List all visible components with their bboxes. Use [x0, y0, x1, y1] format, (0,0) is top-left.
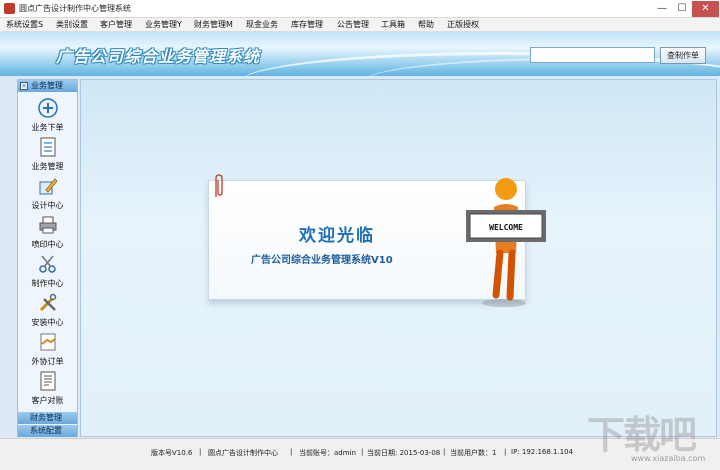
menu-help[interactable]: 帮助	[418, 19, 434, 30]
design-pencil-icon	[39, 178, 58, 195]
maximize-button[interactable]: ☐	[672, 1, 692, 17]
status-date: 当前日期: 2015-03-08	[367, 449, 441, 457]
sidebar-section-system[interactable]: 系统配置	[18, 425, 77, 437]
list-document-icon	[40, 137, 56, 157]
sidebar-item-outsource-order[interactable]: 外协订单	[18, 330, 77, 368]
scissors-icon	[39, 255, 56, 273]
sidebar-section-finance[interactable]: 财务管理	[18, 412, 77, 424]
sidebar-section-label: 业务管理	[31, 81, 63, 90]
status-company: 圆点广告设计制作中心	[208, 449, 278, 457]
menu-finance-management[interactable]: 财务管理M	[194, 19, 233, 30]
sidebar-item-business-management[interactable]: 业务管理	[18, 135, 77, 173]
menu-customer-management[interactable]: 客户管理	[100, 19, 132, 30]
sidebar-item-install-center[interactable]: 安装中心	[18, 291, 77, 329]
status-separator: |	[290, 448, 293, 456]
paperclip-icon	[215, 174, 223, 197]
menu-cash-business[interactable]: 现金业务	[246, 19, 278, 30]
query-order-button[interactable]: 查制作单	[660, 47, 706, 64]
status-separator: |	[199, 448, 202, 456]
welcome-title: 欢迎光临	[299, 226, 375, 246]
sidebar-item-print-center[interactable]: 喷印中心	[18, 213, 77, 251]
watermark-logo: 下载吧 www.xiazaiba.com	[587, 404, 717, 468]
sidebar: × 业务管理 业务下单 业务管理 设计中心 喷印中心 制作中心 安装中心 外协订…	[17, 79, 78, 437]
ledger-document-icon	[40, 371, 56, 391]
collapse-icon[interactable]: ×	[20, 82, 28, 90]
menu-inventory-management[interactable]: 库存管理	[291, 19, 323, 30]
header-banner: 广告公司综合业务管理系统 查制作单	[0, 32, 720, 76]
status-separator: |	[361, 448, 364, 456]
welcome-figure: WELCOME	[466, 178, 546, 307]
minimize-button[interactable]: —	[652, 1, 672, 17]
menu-system-settings[interactable]: 系统设置S	[6, 19, 43, 30]
sidebar-item-design-center[interactable]: 设计中心	[18, 174, 77, 212]
tools-icon	[39, 293, 57, 312]
status-account: 当前账号：admin	[299, 449, 356, 457]
sidebar-item-label: 设计中心	[31, 201, 64, 210]
welcome-subtitle: 广告公司综合业务管理系统V10	[251, 255, 393, 266]
sidebar-item-label: 制作中心	[31, 279, 64, 288]
printer-icon	[39, 216, 57, 234]
sidebar-item-production-center[interactable]: 制作中心	[18, 252, 77, 290]
watermark-url: www.xiazaiba.com	[631, 454, 706, 463]
sidebar-item-customer-reconciliation[interactable]: 客户对账	[18, 369, 77, 407]
sidebar-item-label: 客户对账	[31, 396, 64, 405]
menu-toolbox[interactable]: 工具箱	[381, 19, 405, 30]
close-button[interactable]: ✕	[692, 1, 719, 17]
welcome-sign-text: WELCOME	[489, 223, 523, 232]
menu-category-settings[interactable]: 类别设置	[56, 19, 88, 30]
status-version: 版本号V10.6	[151, 449, 193, 457]
sidebar-item-new-order[interactable]: 业务下单	[18, 96, 77, 134]
menu-notice-management[interactable]: 公告管理	[337, 19, 369, 30]
order-search-input[interactable]	[530, 47, 655, 63]
status-ip: IP: 192.168.1.104	[511, 448, 574, 456]
sidebar-item-label: 业务管理	[31, 162, 64, 171]
sidebar-item-label: 外协订单	[31, 357, 64, 366]
sidebar-section-business[interactable]: × 业务管理	[18, 80, 77, 92]
sidebar-item-label: 喷印中心	[31, 240, 64, 249]
add-circle-icon	[38, 98, 58, 118]
window-title: 圆点广告设计制作中心管理系统	[19, 4, 131, 13]
handshake-icon	[40, 333, 56, 351]
menu-bar: 系统设置S 类别设置 客户管理 业务管理Y 财务管理M 现金业务 库存管理 公告…	[0, 18, 720, 32]
menu-business-management[interactable]: 业务管理Y	[145, 19, 182, 30]
status-separator: |	[443, 448, 446, 456]
watermark-text: 下载吧	[587, 413, 697, 457]
status-separator: |	[504, 448, 507, 456]
app-icon	[4, 3, 15, 14]
sidebar-item-label: 安装中心	[31, 318, 64, 327]
main-panel: 欢迎光临 广告公司综合业务管理系统V10 WELCOME	[80, 79, 717, 437]
title-bar: 圆点广告设计制作中心管理系统 — ☐ ✕	[0, 0, 720, 18]
banner-title: 广告公司综合业务管理系统	[56, 47, 261, 66]
sidebar-item-label: 业务下单	[31, 123, 64, 132]
status-user-count: 当前用户数：1	[450, 449, 497, 457]
menu-license[interactable]: 正版授权	[447, 19, 479, 30]
